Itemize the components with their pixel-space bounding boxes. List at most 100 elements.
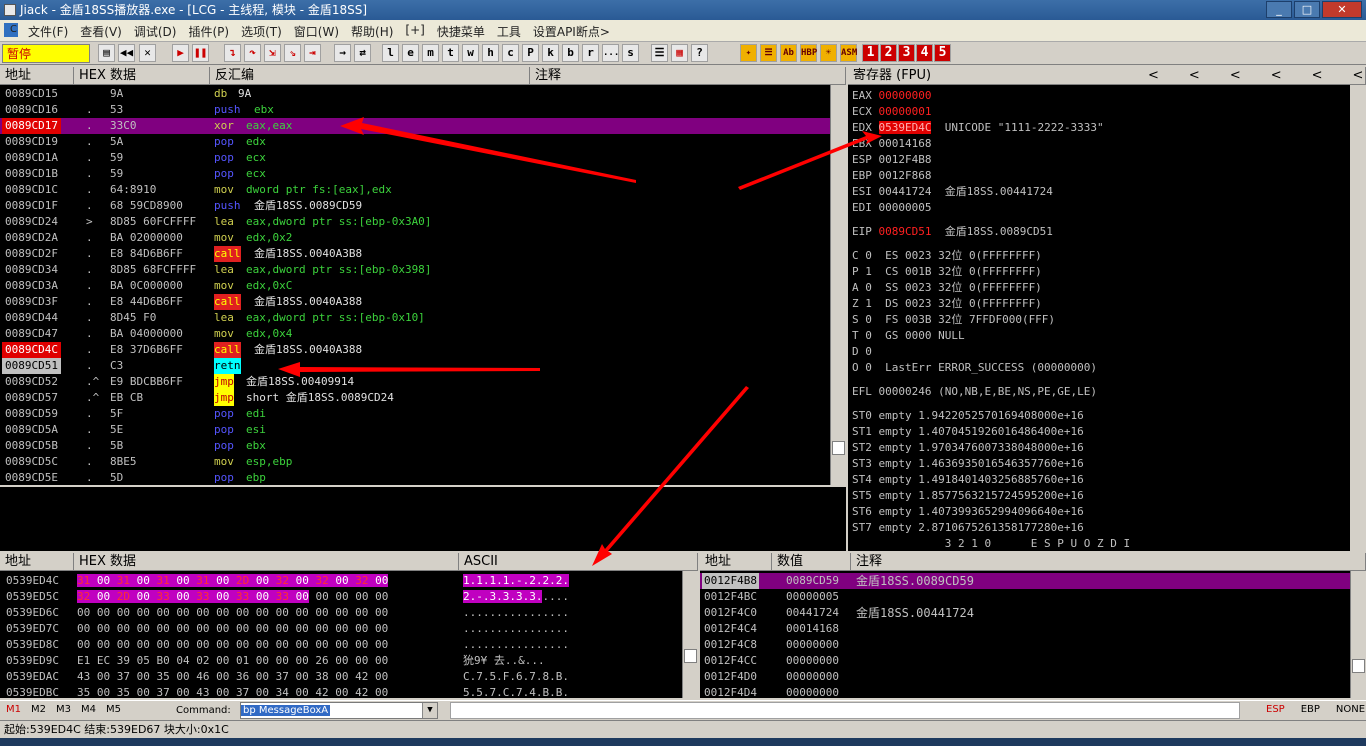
register-line[interactable]: 3 2 1 0 E S P U O Z D I (852, 536, 1352, 551)
memory-tab-m3[interactable]: M3 (56, 704, 71, 715)
rewind-icon[interactable]: ◀◀ (118, 44, 135, 62)
window-button-0[interactable]: l (382, 44, 399, 62)
open-icon[interactable]: ▤ (98, 44, 115, 62)
register-line[interactable]: EDX 0539ED4C UNICODE "1111-2222-3333" (852, 120, 1352, 136)
register-nav-arrow[interactable]: < (1353, 68, 1364, 83)
window-button-4[interactable]: w (462, 44, 479, 62)
disasm-row[interactable]: 0089CD17. 33C0 xor eax,eax (0, 118, 830, 134)
disasm-row[interactable]: 0089CD24 >8D85 60FCFFFF lea eax,dword ptr s… (0, 214, 830, 230)
memory-tab-m5[interactable]: M5 (106, 704, 121, 715)
register-line[interactable]: P 1 CS 001B 32位 0(FFFFFFFF) (852, 264, 1352, 280)
stack-row[interactable]: 0012F4C8 00000000 (700, 637, 1350, 653)
dump-row[interactable]: 0539ED9C E1 EC 39 05 B0 04 02 00 01 00 00… (0, 653, 680, 669)
run-icon[interactable]: ▶ (172, 44, 189, 62)
registers-scrollbar[interactable] (1350, 85, 1366, 551)
disasm-row[interactable]: 0089CD19. 5A pop edx (0, 134, 830, 150)
disasm-row[interactable]: 0089CD52 .^ E9 BDCBB6FF jmp 金盾18SS.00409914 (0, 374, 830, 390)
disasm-row[interactable]: 0089CD57 .^ EB CB jmp short 金盾18SS.0089CD24 (0, 390, 830, 406)
menu-item[interactable]: [+] (399, 23, 430, 40)
register-line[interactable]: EBX 00014168 (852, 136, 1352, 152)
window-button-3[interactable]: t (442, 44, 459, 62)
disasm-row[interactable]: 0089CD15 9A db 9A (0, 86, 830, 102)
disasm-row[interactable]: 0089CD2F. E8 84D6B6FF call 金盾18SS.0040A3B8 (0, 246, 830, 262)
dump-header-ascii[interactable]: ASCII (459, 553, 698, 571)
register-line[interactable]: Z 1 DS 0023 32位 0(FFFFFFFF) (852, 296, 1352, 312)
menu-item[interactable]: 文件(F) (22, 23, 74, 40)
register-nav-arrow[interactable]: < (1271, 68, 1282, 83)
register-line[interactable]: T 0 GS 0000 NULL (852, 328, 1352, 344)
disasm-row[interactable]: 0089CD1B. 59 pop ecx (0, 166, 830, 182)
register-line[interactable]: ST6 empty 1.4073993652994096640e+16 (852, 504, 1352, 520)
dump-row[interactable]: 0539ED8C 00 00 00 00 00 00 00 00 00 00 00… (0, 637, 680, 653)
register-line[interactable]: A 0 SS 0023 32位 0(FFFFFFFF) (852, 280, 1352, 296)
command-input[interactable]: bp MessageBoxA ▼ (240, 702, 438, 719)
register-line[interactable]: ECX 00000001 (852, 104, 1352, 120)
register-nav-arrow[interactable]: < (1189, 68, 1200, 83)
hbp-icon[interactable]: HBP (800, 44, 817, 62)
register-line[interactable]: ESP 0012F4B8 (852, 152, 1352, 168)
register-nav-arrow[interactable]: < (1230, 68, 1241, 83)
disasm-row[interactable]: 0089CD47. BA 04000000 mov edx,0x4 (0, 326, 830, 342)
register-line[interactable]: ST4 empty 1.4918401403256885760e+16 (852, 472, 1352, 488)
register-line[interactable]: S 0 FS 003B 32位 7FFDF000(FFF) (852, 312, 1352, 328)
stack-scrollbar[interactable] (1350, 571, 1366, 698)
list-icon[interactable]: ☰ (651, 44, 668, 62)
disasm-row[interactable]: 0089CD4C. E8 37D6B6FF call 金盾18SS.0040A388 (0, 342, 830, 358)
register-line[interactable]: EDI 00000005 (852, 200, 1352, 216)
window-button-1[interactable]: e (402, 44, 419, 62)
stack-row[interactable]: 0012F4B8 0089CD59 金盾18SS.0089CD59 (700, 573, 1350, 589)
plugin-c-icon[interactable]: Ab (780, 44, 797, 62)
register-line[interactable]: ST7 empty 2.8710675261358177280e+16 (852, 520, 1352, 536)
dump-row[interactable]: 0539ED7C 00 00 00 00 00 00 00 00 00 00 00… (0, 621, 680, 637)
help-icon[interactable]: ? (691, 44, 708, 62)
dump-row[interactable]: 0539EDAC 43 00 37 00 35 00 46 00 36 00 37… (0, 669, 680, 685)
minimize-button[interactable]: _ (1266, 1, 1292, 18)
menu-item[interactable]: 插件(P) (182, 23, 235, 40)
register-nav-arrow[interactable]: < (1312, 68, 1323, 83)
trace-over-icon[interactable]: ⇘ (284, 44, 301, 62)
dump-row[interactable]: 0539ED6C 00 00 00 00 00 00 00 00 00 00 00… (0, 605, 680, 621)
disasm-row[interactable]: 0089CD51. C3 retn (0, 358, 830, 374)
dump-row[interactable]: 0539ED4C 31 00 31 00 31 00 31 00 2D 00 32… (0, 573, 680, 589)
disasm-row[interactable]: 0089CD1F. 68 59CD8900 push 金盾18SS.0089CD59 (0, 198, 830, 214)
register-line[interactable]: EFL 00000246 (NO,NB,E,BE,NS,PE,GE,LE) (852, 384, 1352, 400)
back-icon[interactable]: ⇄ (354, 44, 371, 62)
bookmark-button-4[interactable]: 4 (916, 44, 933, 62)
bookmark-button-2[interactable]: 2 (880, 44, 897, 62)
step-over-icon[interactable]: ↷ (244, 44, 261, 62)
follow-none-button[interactable]: NONE (1336, 704, 1365, 715)
disasm-row[interactable]: 0089CD1C. 64:8910 mov dword ptr fs:[eax],ed… (0, 182, 830, 198)
plugin-a-icon[interactable]: ✦ (740, 44, 757, 62)
menu-item[interactable]: 工具 (491, 23, 527, 40)
window-button-9[interactable]: b (562, 44, 579, 62)
dump-header-hex[interactable]: HEX 数据 (74, 553, 459, 571)
command-dropdown-icon[interactable]: ▼ (422, 703, 437, 718)
stack-row[interactable]: 0012F4C4 00014168 (700, 621, 1350, 637)
register-line[interactable]: ST1 empty 1.4070451926016486400e+16 (852, 424, 1352, 440)
window-button-12[interactable]: s (622, 44, 639, 62)
disasm-scrollbar[interactable] (830, 85, 846, 485)
window-button-5[interactable]: h (482, 44, 499, 62)
window-button-11[interactable]: ... (602, 44, 619, 62)
follow-esp-button[interactable]: ESP (1266, 704, 1285, 715)
step-into-icon[interactable]: ↴ (224, 44, 241, 62)
disasm-row[interactable]: 0089CD5C. 8BE5 mov esp,ebp (0, 454, 830, 470)
disasm-header-disasm[interactable]: 反汇编 (210, 67, 530, 85)
plugin-b-icon[interactable]: ☰ (760, 44, 777, 62)
disasm-row[interactable]: 0089CD3F. E8 44D6B6FF call 金盾18SS.0040A388 (0, 294, 830, 310)
dump-scroll-thumb[interactable] (684, 649, 697, 663)
menu-item[interactable]: 快捷菜单 (431, 23, 491, 40)
window-icon[interactable]: ▦ (671, 44, 688, 62)
memory-tab-m4[interactable]: M4 (81, 704, 96, 715)
stack-row[interactable]: 0012F4BC 00000005 (700, 589, 1350, 605)
register-line[interactable]: EIP 0089CD51 金盾18SS.0089CD51 (852, 224, 1352, 240)
register-line[interactable]: ST5 empty 1.8577563215724595200e+16 (852, 488, 1352, 504)
dump-row[interactable]: 0539EDBC 35 00 35 00 37 00 43 00 37 00 34… (0, 685, 680, 698)
stack-header-comment[interactable]: 注释 (851, 553, 1366, 571)
menu-item[interactable]: 选项(T) (235, 23, 288, 40)
disasm-row[interactable]: 0089CD5B. 5B pop ebx (0, 438, 830, 454)
stack-row[interactable]: 0012F4D0 00000000 (700, 669, 1350, 685)
disasm-header-address[interactable]: 地址 (0, 67, 74, 85)
menu-item[interactable]: 调试(D) (128, 23, 183, 40)
disasm-header-hex[interactable]: HEX 数据 (74, 67, 210, 85)
